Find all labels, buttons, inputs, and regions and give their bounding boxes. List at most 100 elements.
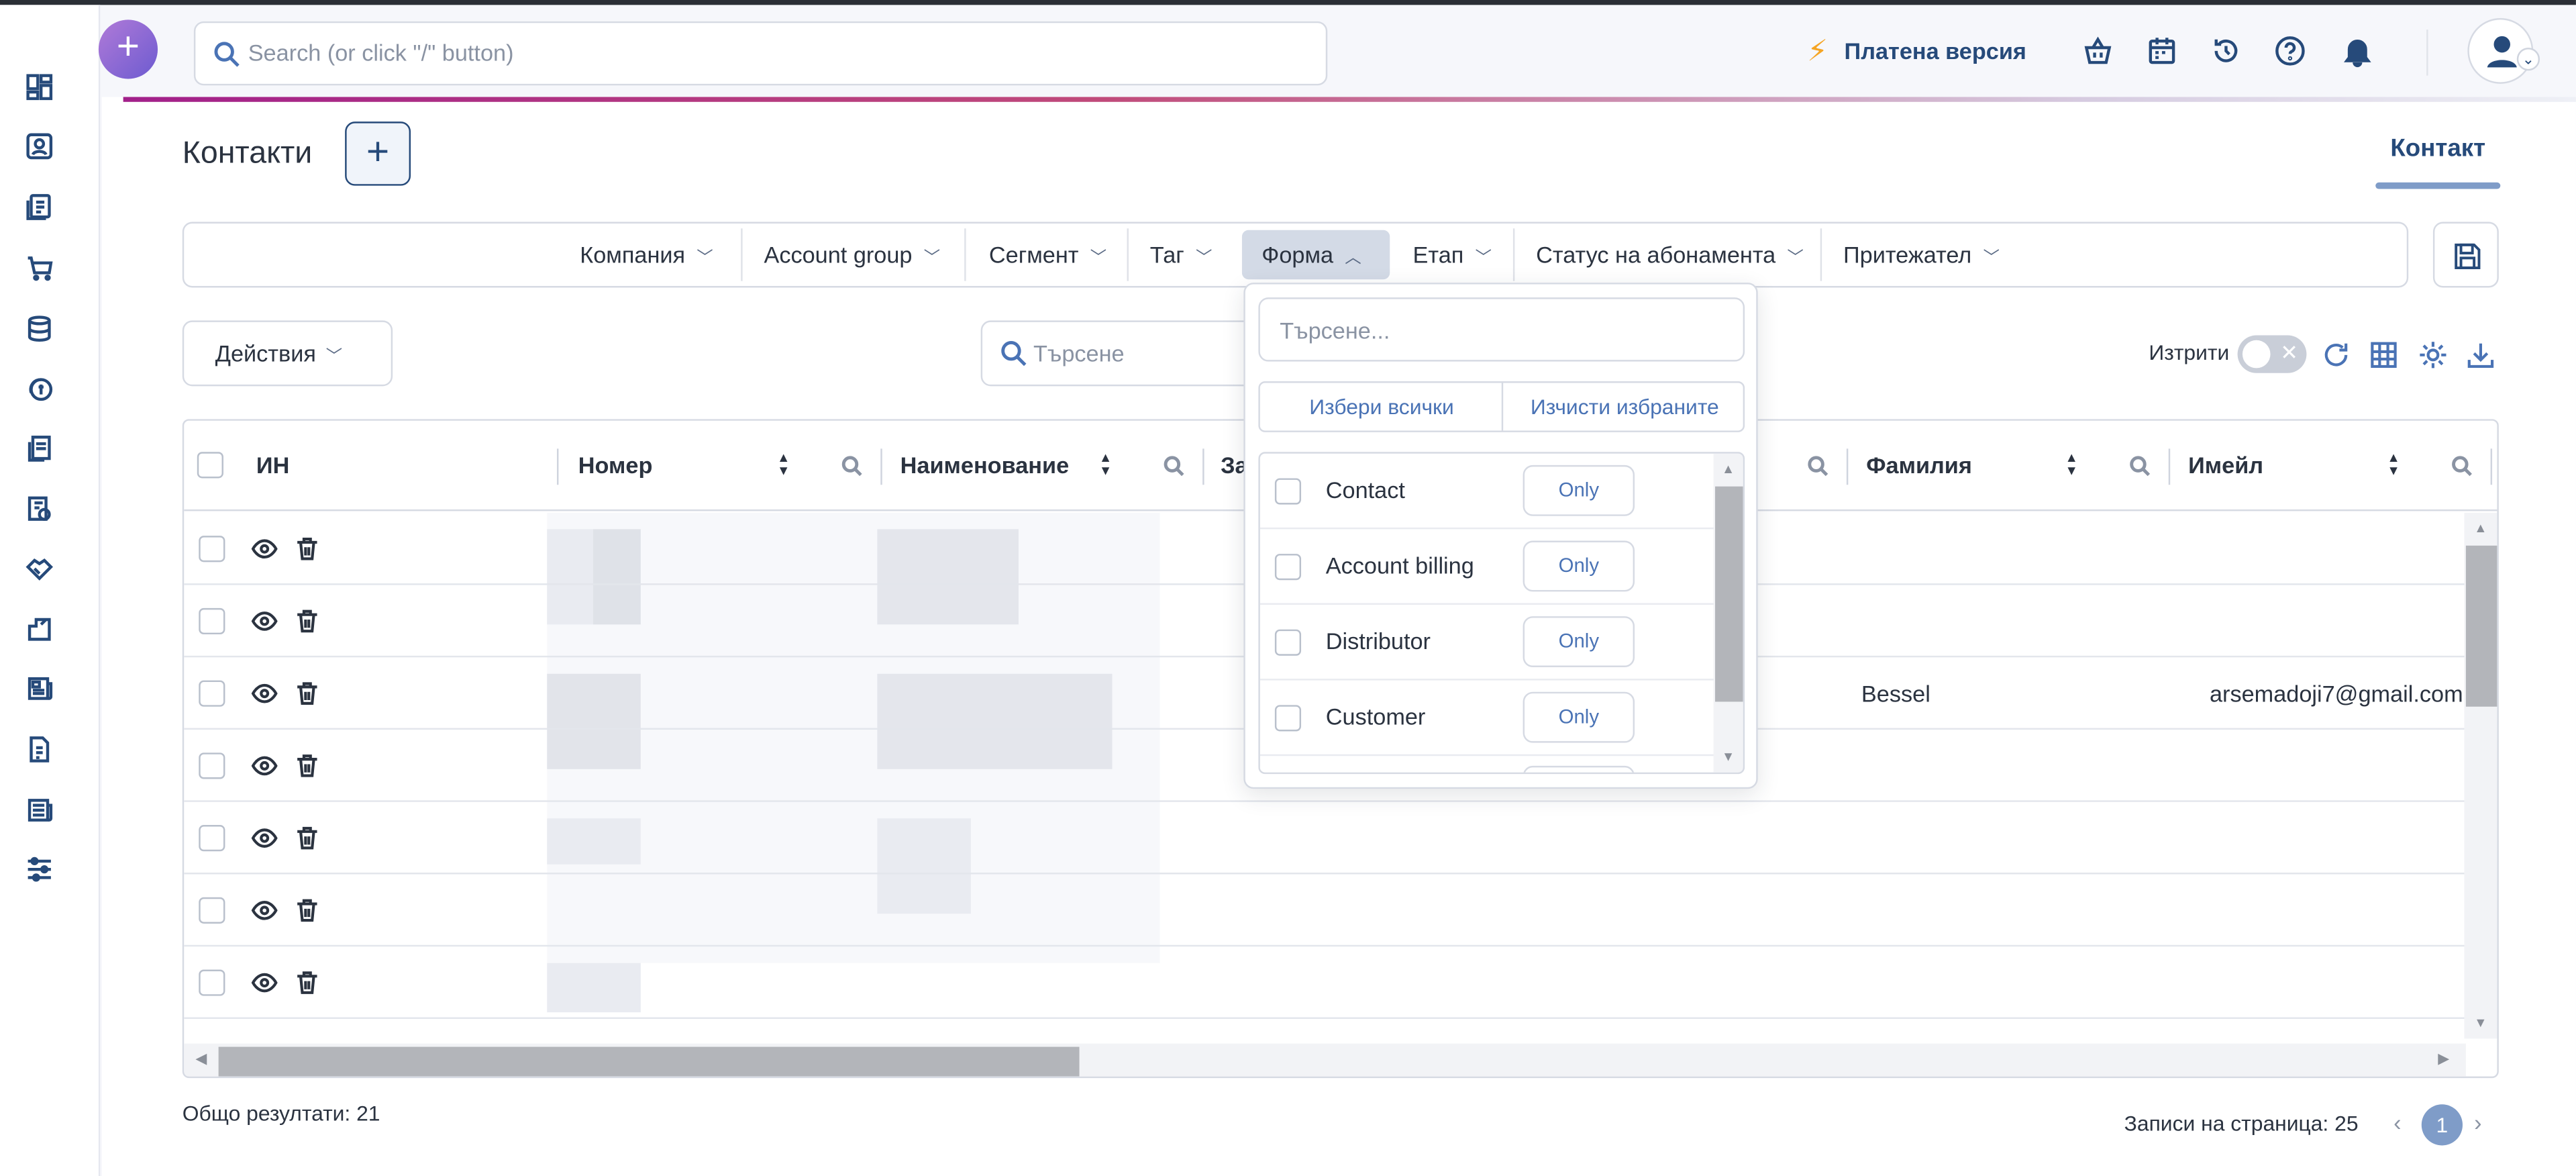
eye-icon[interactable] — [251, 536, 278, 562]
table-row[interactable] — [184, 946, 2466, 1019]
quick-add-button[interactable]: + — [98, 19, 158, 79]
table-search-input[interactable]: Търсене — [980, 320, 1260, 387]
prev-page-icon[interactable]: ‹ — [2393, 1110, 2401, 1136]
only-button[interactable]: Only — [1523, 691, 1635, 743]
bell-icon[interactable] — [2341, 34, 2374, 68]
list-item[interactable]: Customer Only — [1259, 681, 1716, 756]
tab-contact[interactable]: Контакт — [2375, 135, 2500, 163]
gear-icon[interactable] — [2416, 338, 2449, 371]
refresh-icon[interactable] — [2320, 338, 2353, 371]
trash-icon[interactable] — [294, 752, 320, 779]
row-checkbox[interactable] — [199, 897, 225, 924]
eye-icon[interactable] — [251, 969, 278, 995]
row-checkbox[interactable] — [199, 969, 225, 996]
item-checkbox[interactable] — [1274, 554, 1302, 581]
search-icon[interactable] — [1807, 455, 1828, 477]
column-header-email[interactable]: Имейл — [2188, 421, 2263, 511]
table-row[interactable] — [184, 802, 2466, 875]
cart-icon[interactable] — [25, 253, 54, 283]
grid-icon[interactable] — [2367, 338, 2400, 371]
trash-icon[interactable] — [294, 897, 320, 924]
handshake-icon[interactable] — [25, 554, 54, 583]
list-item[interactable]: Distributor Only — [1259, 605, 1716, 681]
column-header-in[interactable]: ИН — [256, 421, 289, 511]
list-item[interactable]: Contact Only — [1259, 454, 1716, 530]
search-icon[interactable] — [2129, 455, 2151, 477]
filter-segment[interactable]: Сегмент ﹀ — [969, 230, 1106, 279]
filter-subscription-status[interactable]: Статус на абонамента ﹀ — [1516, 230, 1804, 279]
eye-icon[interactable] — [251, 681, 278, 707]
eye-icon[interactable] — [251, 897, 278, 924]
filter-owner[interactable]: Притежател ﹀ — [1824, 230, 2000, 279]
column-header-name[interactable]: Наименование — [900, 421, 1069, 511]
vertical-scrollbar[interactable]: ▲ ▼ — [2464, 512, 2497, 1039]
help-icon[interactable] — [2273, 34, 2306, 67]
deleted-toggle[interactable]: ✕ — [2237, 335, 2307, 373]
actions-button[interactable]: Действия ﹀ — [182, 320, 393, 387]
basket-icon[interactable] — [2081, 34, 2114, 67]
trash-icon[interactable] — [294, 969, 320, 995]
trash-icon[interactable] — [294, 825, 320, 851]
select-all-checkbox[interactable] — [197, 452, 223, 479]
table-row[interactable] — [184, 874, 2466, 947]
export-icon[interactable] — [25, 615, 54, 644]
filter-stage[interactable]: Етап ﹀ — [1393, 230, 1492, 279]
settings-doc-icon[interactable] — [25, 495, 54, 524]
row-checkbox[interactable] — [199, 607, 225, 635]
dropdown-search-input[interactable]: Търсене... — [1258, 297, 1745, 362]
save-filter-button[interactable] — [2432, 222, 2499, 288]
only-button[interactable]: Only — [1523, 540, 1635, 592]
item-checkbox[interactable] — [1274, 478, 1302, 505]
sort-icon[interactable]: ▲ ▼ — [2387, 451, 2400, 478]
reports-icon[interactable] — [25, 434, 54, 463]
filter-form[interactable]: Форма ︿ — [1241, 230, 1390, 280]
records-per-page[interactable]: Записи на страница: 25 — [2124, 1111, 2359, 1136]
sort-icon[interactable]: ▲ ▼ — [1099, 451, 1112, 478]
paid-version-link[interactable]: ⚡ Платена версия — [1807, 34, 2026, 67]
only-button[interactable]: Only — [1523, 616, 1635, 668]
trash-icon[interactable] — [294, 608, 320, 634]
page-1-button[interactable]: 1 — [2421, 1104, 2463, 1146]
dropdown-scrollbar[interactable]: ▲ ▼ — [1713, 453, 1743, 773]
file-icon[interactable] — [25, 734, 54, 764]
database-icon[interactable] — [25, 314, 54, 344]
trash-icon[interactable] — [294, 681, 320, 707]
documents-icon[interactable] — [25, 192, 54, 222]
sort-icon[interactable]: ▲ ▼ — [2065, 451, 2078, 478]
download-icon[interactable] — [2464, 338, 2497, 371]
row-checkbox[interactable] — [199, 752, 225, 779]
trash-icon[interactable] — [294, 536, 320, 562]
row-checkbox[interactable] — [199, 825, 225, 852]
clear-selected-button[interactable]: Изчисти избраните — [1503, 383, 1746, 430]
next-page-icon[interactable]: › — [2474, 1110, 2481, 1136]
eye-icon[interactable] — [251, 825, 278, 851]
search-icon[interactable] — [841, 455, 863, 477]
row-checkbox[interactable] — [199, 680, 225, 707]
catalog-icon[interactable] — [25, 795, 54, 825]
search-icon[interactable] — [2451, 455, 2473, 477]
add-contact-button[interactable]: + — [345, 121, 411, 186]
sort-icon[interactable]: ▲ ▼ — [777, 451, 790, 478]
contacts-icon[interactable] — [25, 132, 54, 161]
newspaper-icon[interactable] — [25, 674, 54, 703]
select-all-button[interactable]: Избери всички — [1260, 383, 1503, 430]
filter-account-group[interactable]: Account group ﹀ — [744, 230, 940, 279]
item-checkbox[interactable] — [1274, 705, 1302, 732]
calendar-icon[interactable] — [2145, 34, 2178, 67]
dashboard-icon[interactable] — [25, 72, 54, 102]
only-button[interactable]: Only — [1523, 464, 1635, 516]
finance-icon[interactable] — [25, 373, 54, 403]
chevron-down-icon[interactable]: ⌄ — [2516, 48, 2540, 71]
item-checkbox[interactable] — [1274, 629, 1302, 656]
list-item[interactable]: Account billing Only — [1259, 529, 1716, 605]
row-checkbox[interactable] — [199, 536, 225, 562]
sliders-icon[interactable] — [25, 854, 54, 884]
filter-company[interactable]: Компания ﹀ — [560, 230, 713, 279]
column-header-number[interactable]: Номер — [578, 421, 653, 511]
history-icon[interactable] — [2210, 34, 2243, 67]
horizontal-scrollbar[interactable]: ◀ ▶ — [184, 1043, 2466, 1077]
eye-icon[interactable] — [251, 608, 278, 634]
filter-tag[interactable]: Таг ﹀ — [1130, 230, 1213, 279]
column-header-last-name[interactable]: Фамилия — [1866, 421, 1972, 511]
eye-icon[interactable] — [251, 752, 278, 779]
